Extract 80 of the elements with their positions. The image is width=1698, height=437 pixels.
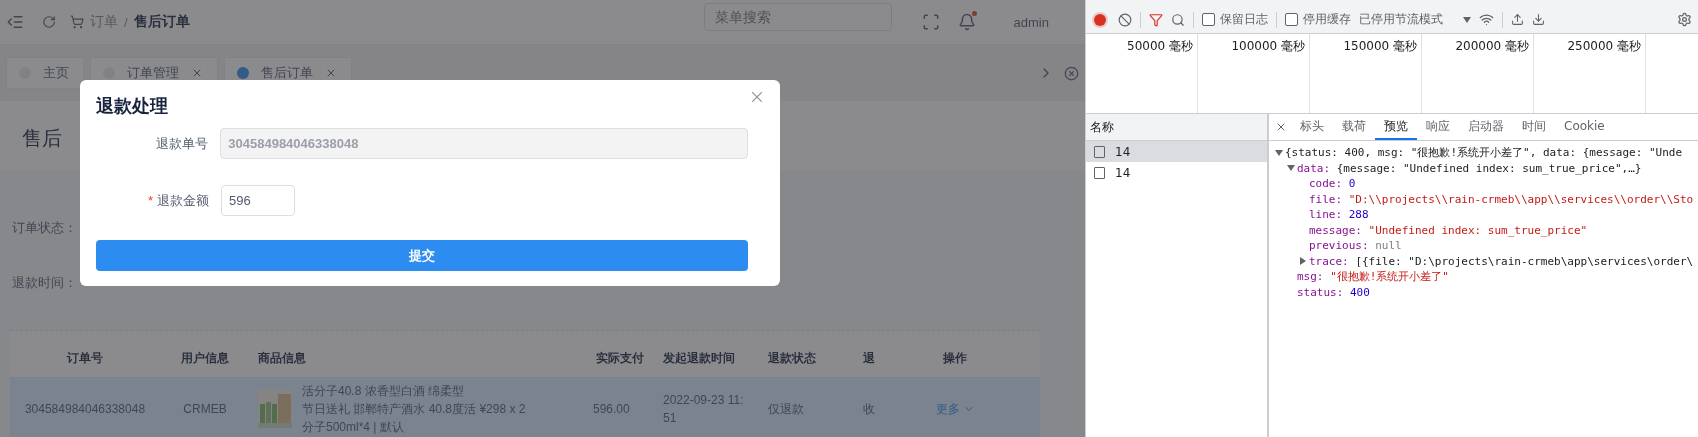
property-value: 0 [1348,176,1356,192]
record-icon[interactable] [1094,13,1106,26]
property-key: code: [1309,176,1343,192]
download-icon[interactable] [1532,13,1545,26]
field-label: * 退款金额 [146,191,210,210]
request-row[interactable]: 14 [1086,141,1267,162]
table-cell-text: 收 [862,400,876,418]
detail-tab[interactable]: 载荷 [1333,114,1375,140]
property-value: "很抱歉!系统开小差了" [1330,269,1449,285]
expand-triangle-icon[interactable] [1275,148,1283,157]
network-settings-icon[interactable] [1479,12,1494,27]
property-key: data: [1297,160,1331,176]
column-header: 用户信息 [180,349,230,367]
tab-dot-icon [103,67,115,79]
filter-label: 订单状态： [12,218,77,237]
close-icon[interactable] [191,67,203,79]
table-cell-text: 2022-09-23 11:51 [662,392,745,427]
caret-down-icon [1463,16,1471,23]
expand-triangle-icon[interactable] [1287,164,1295,173]
cart-icon [70,15,84,29]
detail-tab[interactable]: 预览 [1375,114,1417,140]
property-key: status: [1297,284,1344,300]
submit-button[interactable]: 提交 [96,240,748,271]
property-key: previous: [1309,238,1369,254]
settings-icon[interactable] [1677,12,1692,27]
checkbox[interactable]: 保留日志 [1202,11,1268,28]
filter-icon[interactable] [1149,12,1163,27]
close-icon[interactable] [325,67,337,79]
property-key: line: [1309,207,1343,223]
expand-triangle-icon[interactable] [1299,257,1307,266]
table-cell-text: 仅退款 [767,400,805,418]
detail-tab[interactable]: 响应 [1417,114,1459,140]
property-key: msg: [1297,269,1324,285]
detail-tab[interactable]: Cookie [1555,114,1614,140]
detail-tab[interactable]: 启动器 [1459,114,1513,140]
field-label: 退款单号 [155,134,210,153]
column-header: 实际支付 [595,349,645,367]
upload-icon[interactable] [1511,13,1524,26]
timeline-tick: 200000 毫秒 [1455,39,1529,53]
breadcrumb-item[interactable]: 售后订单 [133,13,190,31]
column-header: 退 [862,349,876,367]
property-value: "Undefined index: sum_true_price" [1368,222,1588,238]
column-header: 发起退款时间 [662,349,736,367]
clear-icon[interactable] [1118,12,1132,27]
detail-tab[interactable]: 时间 [1513,114,1555,140]
detail-tab[interactable]: 标头 [1291,114,1333,140]
bell-icon[interactable] [957,13,976,31]
close-all-icon[interactable] [1064,65,1079,81]
column-header: 商品信息 [257,349,307,367]
search-icon[interactable] [1171,12,1185,27]
breadcrumb-separator: / [124,14,128,30]
throttle-dropdown[interactable]: 已停用节流模式 [1359,11,1471,28]
property-value: {message: "Undefined index: sum_true_price",…} [1336,160,1642,176]
input-field[interactable]: 596 [221,185,295,216]
column-header: 退款状态 [767,349,817,367]
table-cell-text: CRMEB [182,402,228,416]
table-cell-text: 596.00 [592,402,631,416]
preview-line: {status: 400, msg: "很抱歉!系统开小差了", data: {message: "Unde [1285,145,1682,161]
property-value: 288 [1348,207,1369,223]
filter-label: 退款时间： [12,273,77,292]
refresh-icon[interactable] [42,15,56,29]
timeline-tick: 50000 毫秒 [1127,39,1193,53]
property-value: "D:\\projects\\rain-crmeb\\app\\services\\order\\Sto [1348,191,1694,207]
column-header: 操作 [942,349,968,367]
fullscreen-icon[interactable] [921,13,940,31]
column-header: 名称 [1090,118,1114,136]
timeline-tick: 100000 毫秒 [1231,39,1305,53]
property-key: message: [1309,222,1362,238]
timeline-tick: 150000 毫秒 [1343,39,1417,53]
property-key: trace: [1309,253,1349,269]
property-key: file: [1309,191,1343,207]
timeline-tick: 250000 毫秒 [1567,39,1641,53]
tab-dot-icon [237,67,249,79]
menu-icon[interactable] [6,13,24,31]
checkbox[interactable]: 停用缓存 [1285,11,1351,28]
table-cell-text: 304584984046338048 [23,402,147,416]
property-value: [{file: "D:\projects\rain-crmeb\app\services\order\ [1355,253,1694,269]
column-header: 订单号 [65,349,104,367]
property-value: null [1375,238,1402,254]
property-value: 400 [1350,284,1370,300]
